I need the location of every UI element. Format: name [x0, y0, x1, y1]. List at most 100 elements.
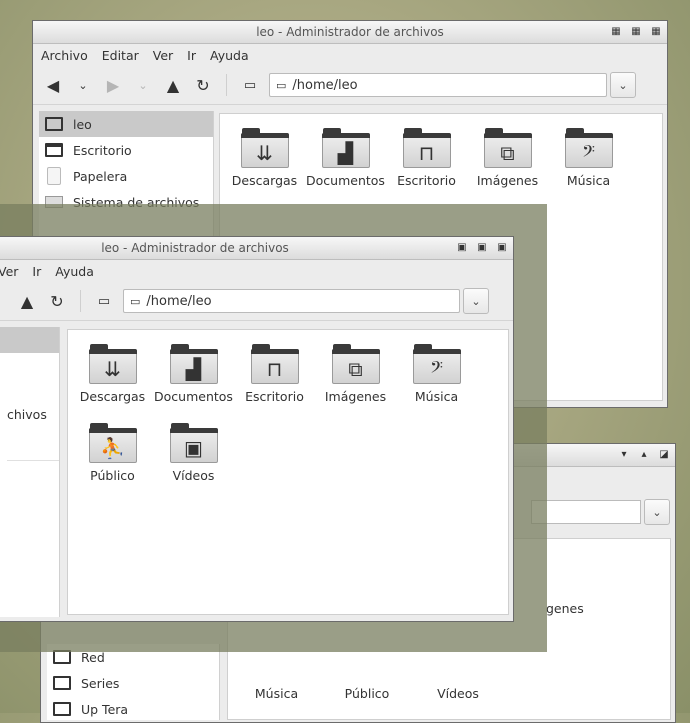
minimize-button[interactable]: ▾: [617, 448, 631, 462]
documents-folder-icon: ▟: [321, 128, 370, 168]
path-dropdown-button[interactable]: ⌄: [463, 288, 489, 314]
folder-musica[interactable]: 𝄢 Música: [548, 114, 629, 193]
folder-label: Documentos: [306, 173, 385, 188]
minimize-button[interactable]: ▦: [609, 25, 623, 39]
documents-folder-icon: ▟: [169, 344, 218, 384]
folder-escritorio[interactable]: ⊓ Escritorio: [234, 330, 315, 409]
menu-ver[interactable]: Ver: [0, 264, 18, 279]
folder-musica[interactable]: 𝄢 Música: [396, 330, 477, 409]
sidebar-item-label: Escritorio: [73, 142, 132, 158]
chevron-down-icon[interactable]: ⌄: [68, 70, 98, 100]
folder-videos[interactable]: ▣ Vídeos: [153, 409, 234, 488]
music-folder-icon: 𝄢: [564, 128, 613, 168]
sidebar-item-label: leo: [73, 116, 92, 132]
close-button[interactable]: ▣: [495, 241, 509, 255]
sidebar-item-escritorio[interactable]: Escritorio: [39, 137, 213, 163]
folder-label-musica[interactable]: Música: [236, 686, 317, 701]
minimize-button[interactable]: ▣: [455, 241, 469, 255]
front-window: leo - Administrador de archivos ▣ ▣ ▣ Ve…: [0, 236, 514, 622]
desktop-folder-icon: [45, 143, 63, 157]
menu-ayuda[interactable]: Ayuda: [210, 48, 249, 63]
maximize-button[interactable]: ▦: [629, 25, 643, 39]
sidebar: chivos: [0, 327, 60, 617]
folder-label: Música: [566, 173, 611, 188]
toolbar: ◀ ⌄ ▶ ⌄ ▲ ↻ ▭ ▭ /home/leo ⌄: [33, 66, 667, 105]
folder-label: Imágenes: [476, 173, 539, 188]
back-arrow-icon[interactable]: ◀: [38, 70, 68, 100]
path-field[interactable]: ▭ /home/leo: [269, 73, 607, 97]
maximize-button[interactable]: ▴: [637, 448, 651, 462]
bottom-path-field[interactable]: [531, 500, 641, 524]
computer-icon[interactable]: ▭: [89, 286, 119, 316]
sidebar-item-selected[interactable]: [0, 327, 59, 353]
maximize-button[interactable]: ▣: [475, 241, 489, 255]
path-dropdown-button[interactable]: ⌄: [644, 499, 670, 525]
folder-documentos[interactable]: ▟ Documentos: [153, 330, 234, 409]
file-view: ⇊ Descargas ▟ Documentos ⊓ Escritorio ⧉ …: [67, 329, 509, 615]
partial-folder-label: genes: [546, 601, 584, 616]
menu-archivo[interactable]: Archivo: [41, 48, 88, 63]
sidebar-item-papelera[interactable]: Papelera: [39, 163, 213, 189]
close-button[interactable]: ▦: [649, 25, 663, 39]
up-arrow-icon[interactable]: ▲: [12, 286, 42, 316]
menu-ir[interactable]: Ir: [187, 48, 196, 63]
folder-grid: ⇊ Descargas ▟ Documentos ⊓ Escritorio ⧉ …: [68, 330, 492, 488]
menu-editar[interactable]: Editar: [102, 48, 139, 63]
front-window-titlebar[interactable]: leo - Administrador de archivos ▣ ▣ ▣: [0, 237, 513, 260]
computer-icon[interactable]: ▭: [235, 70, 265, 100]
menubar: Ver Ir Ayuda: [0, 260, 513, 282]
sidebar-item-label[interactable]: chivos: [7, 407, 47, 422]
folder-label: Escritorio: [397, 173, 456, 188]
reload-icon[interactable]: ↻: [188, 70, 218, 100]
folder-label: Descargas: [231, 173, 298, 188]
computer-icon: ▭: [276, 78, 287, 92]
folder-escritorio[interactable]: ⊓ Escritorio: [386, 114, 467, 193]
network-icon: [53, 650, 71, 664]
desktop-folder-icon: ⊓: [402, 128, 451, 168]
folder-grid: ⇊ Descargas ▟ Documentos ⊓ Escritorio ⧉ …: [220, 114, 662, 193]
window-title: leo - Administrador de archivos: [256, 25, 444, 39]
path-text: /home/leo: [146, 293, 212, 309]
drive-icon: [53, 676, 71, 690]
reload-icon[interactable]: ↻: [42, 286, 72, 316]
computer-icon: [45, 117, 63, 131]
menubar: Archivo Editar Ver Ir Ayuda: [33, 44, 667, 66]
sidebar-item-leo[interactable]: leo: [39, 111, 213, 137]
folder-label: Público: [90, 468, 135, 483]
folder-publico[interactable]: ⛹ Público: [72, 409, 153, 488]
path-dropdown-button[interactable]: ⌄: [610, 72, 636, 98]
sidebar-item-label: Papelera: [73, 168, 128, 184]
folder-label-videos[interactable]: Vídeos: [417, 686, 499, 701]
restore-button[interactable]: ◪: [657, 448, 671, 462]
download-folder-icon: ⇊: [88, 344, 137, 384]
menu-ver[interactable]: Ver: [153, 48, 173, 63]
sidebar-item-series[interactable]: Series: [47, 670, 219, 696]
desktop-folder-icon: ⊓: [250, 344, 299, 384]
computer-icon: ▭: [130, 294, 141, 308]
folder-documentos[interactable]: ▟ Documentos: [305, 114, 386, 193]
drive-icon: [53, 702, 71, 716]
up-arrow-icon[interactable]: ▲: [158, 70, 188, 100]
folder-descargas[interactable]: ⇊ Descargas: [72, 330, 153, 409]
sidebar-item-label: Up Tera: [81, 701, 129, 717]
folder-imagenes[interactable]: ⧉ Imágenes: [315, 330, 396, 409]
path-field[interactable]: ▭ /home/leo: [123, 289, 460, 313]
folder-label: Descargas: [79, 389, 146, 404]
folder-label: Escritorio: [245, 389, 304, 404]
folder-label: Documentos: [154, 389, 233, 404]
download-folder-icon: ⇊: [240, 128, 289, 168]
sidebar-item-label: Series: [81, 675, 120, 691]
forward-arrow-icon[interactable]: ▶: [98, 70, 128, 100]
folder-label-publico[interactable]: Público: [317, 686, 417, 701]
toolbar-separator: [80, 290, 81, 312]
folder-label: Vídeos: [172, 468, 215, 483]
menu-ayuda[interactable]: Ayuda: [55, 264, 94, 279]
trash-icon: [47, 167, 61, 185]
back-window-titlebar[interactable]: leo - Administrador de archivos ▦ ▦ ▦: [33, 21, 667, 44]
folder-descargas[interactable]: ⇊ Descargas: [224, 114, 305, 193]
folder-imagenes[interactable]: ⧉ Imágenes: [467, 114, 548, 193]
videos-folder-icon: ▣: [169, 423, 218, 463]
chevron-down-icon[interactable]: ⌄: [128, 70, 158, 100]
sidebar-item-up-tera[interactable]: Up Tera: [47, 696, 219, 722]
menu-ir[interactable]: Ir: [32, 264, 41, 279]
